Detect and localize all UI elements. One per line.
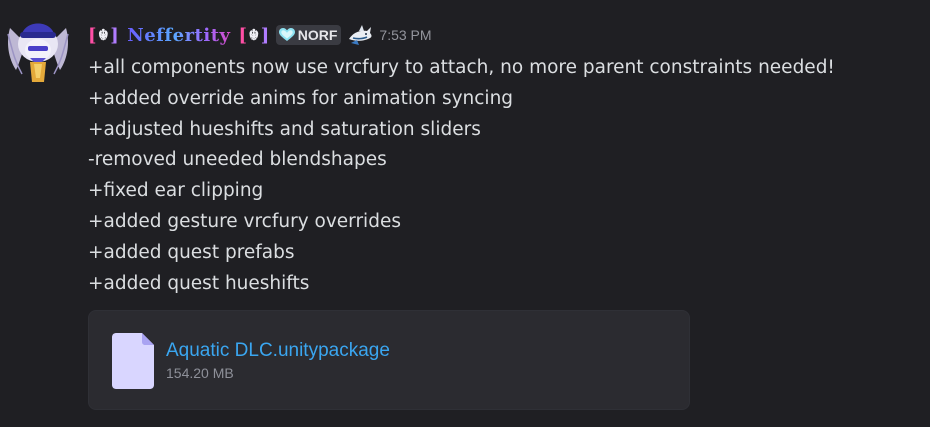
username-text: Neffertity bbox=[127, 24, 231, 46]
khanda-icon: ☬ bbox=[98, 26, 110, 44]
guild-tag[interactable]: NORF bbox=[275, 25, 342, 45]
message-line: +added quest prefabs bbox=[88, 241, 295, 263]
avatar[interactable] bbox=[4, 14, 72, 84]
heart-icon bbox=[278, 28, 295, 41]
khanda-icon: ☬ bbox=[248, 26, 260, 44]
message-line: +adjusted hueshifts and saturation slide… bbox=[88, 118, 481, 140]
message-line: +fixed ear clipping bbox=[88, 180, 264, 202]
timestamp[interactable]: 7:53 PM bbox=[379, 27, 431, 43]
file-icon bbox=[112, 333, 154, 389]
username-bracket-left: [ bbox=[88, 24, 98, 46]
username[interactable]: [ ☬ ] Neffertity [ ☬ ] bbox=[88, 25, 270, 46]
file-size: 154.20 MB bbox=[166, 365, 234, 381]
message-line: +added quest hueshifts bbox=[88, 272, 310, 294]
shark-icon[interactable] bbox=[347, 23, 373, 47]
file-attachment: Aquatic DLC.unitypackage 154.20 MB bbox=[88, 310, 690, 410]
username-bracket-right: ] bbox=[110, 24, 120, 46]
guild-tag-label: NORF bbox=[297, 27, 338, 43]
message-line: -removed uneeded blendshapes bbox=[88, 149, 387, 171]
chat-message: [ ☬ ] Neffertity [ ☬ ] NORF 7:53 PM +all… bbox=[0, 0, 930, 427]
message-line: +all components now use vrcfury to attac… bbox=[88, 57, 835, 78]
message-content: +all components now use vrcfury to attac… bbox=[88, 53, 918, 299]
message-header: [ ☬ ] Neffertity [ ☬ ] NORF 7:53 PM bbox=[88, 21, 432, 49]
message-line: +added override anims for animation sync… bbox=[88, 87, 514, 109]
username-suffix-bracket-right: ] bbox=[260, 24, 270, 46]
message-line: +added gesture vrcfury overrides bbox=[88, 210, 401, 232]
username-suffix-bracket-left: [ bbox=[238, 24, 248, 46]
file-download-link[interactable]: Aquatic DLC.unitypackage bbox=[166, 340, 390, 362]
